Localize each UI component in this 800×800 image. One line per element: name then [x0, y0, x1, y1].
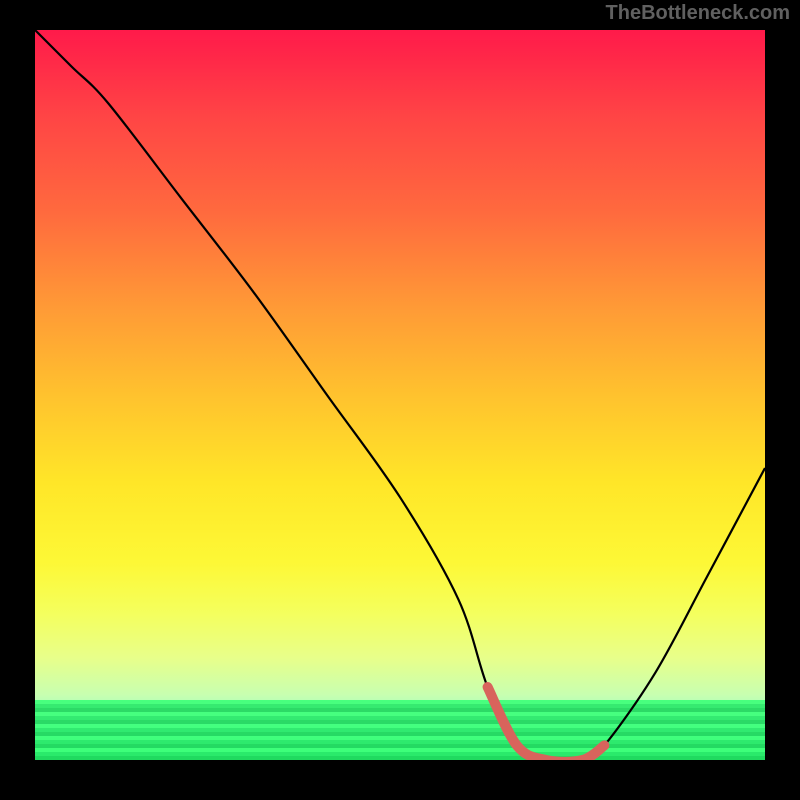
chart-plot-area — [35, 30, 765, 760]
bottleneck-curve-line — [35, 30, 765, 760]
chart-curve-svg — [35, 30, 765, 760]
highlight-segment — [488, 687, 605, 760]
watermark-text: TheBottleneck.com — [606, 2, 790, 25]
